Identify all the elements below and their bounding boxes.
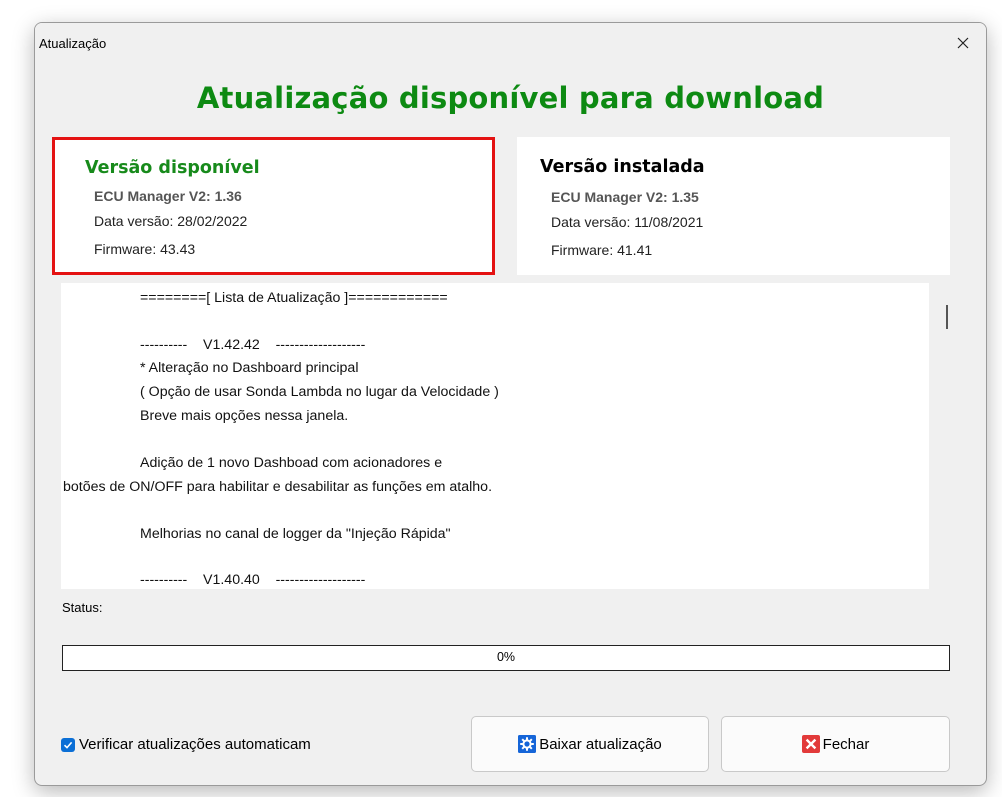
installed-firmware: Firmware: 41.41 [551,242,653,258]
changelog-line: botões de ON/OFF para habilitar e desabi… [63,479,493,495]
progress-text: 0% [496,650,516,664]
download-update-icon [518,735,537,753]
installed-product-version: ECU Manager V2: 1.35 [551,189,699,205]
changelog-line: Melhorias no canal de logger da "Injeção… [140,526,451,542]
changelog-line: ========[ Lista de Atualização ]========… [140,290,448,306]
available-version-panel: Versão disponível ECU Manager V2: 1.36 D… [52,137,495,275]
window-title: Atualização [39,36,107,51]
available-release-date: Data versão: 28/02/2022 [94,213,248,229]
status-label: Status: [62,600,103,615]
available-product-version: ECU Manager V2: 1.36 [94,188,242,204]
installed-release-date: Data versão: 11/08/2021 [551,214,704,230]
changelog-line: ---------- V1.40.40 ------------------- [140,572,366,588]
auto-check-updates-label: Verificar atualizações automaticam [79,736,311,753]
close-icon [957,37,969,49]
changelog-line: Adição de 1 novo Dashboad com acionadore… [140,455,443,471]
close-dialog-button[interactable]: Fechar [721,716,950,772]
installed-version-title: Versão instalada [540,157,705,177]
changelog-textbox[interactable]: ========[ Lista de Atualização ]========… [61,283,929,589]
page-title: Atualização disponível para download [196,81,825,115]
close-red-icon [801,735,820,753]
changelog-line: Breve mais opções nessa janela. [140,408,349,424]
auto-check-updates-checkbox[interactable]: Verificar atualizações automaticam [61,736,311,753]
download-update-button[interactable]: Baixar atualização [471,716,709,772]
scrollbar-thumb[interactable] [946,305,948,329]
download-update-label: Baixar atualização [539,735,662,753]
available-version-title: Versão disponível [85,158,260,178]
changelog-line: * Alteração no Dashboard principal [140,360,359,376]
changelog-line: ( Opção de usar Sonda Lambda no lugar da… [140,384,499,400]
installed-version-panel: Versão instalada ECU Manager V2: 1.35 Da… [517,137,950,275]
title-bar: Atualização [35,23,986,63]
available-firmware: Firmware: 43.43 [94,241,196,257]
changelog-line: ---------- V1.42.42 ------------------- [140,337,366,353]
update-dialog: Atualização Atualização disponível para … [34,22,987,786]
changelog-scrollbar[interactable] [938,285,956,585]
checkbox-checked-icon[interactable] [61,737,75,752]
window-close-button[interactable] [940,23,986,63]
close-dialog-label: Fechar [822,735,870,753]
download-progress-bar: 0% [62,645,950,671]
